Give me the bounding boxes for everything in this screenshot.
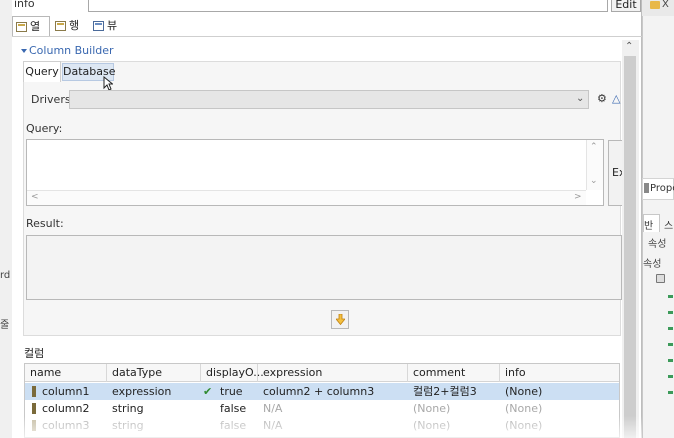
chevron-up-icon[interactable]: ⌃ (590, 142, 598, 152)
tab-columns[interactable]: 열 (12, 16, 50, 37)
drivers-select[interactable] (69, 90, 589, 109)
tree-leaf-icon (668, 327, 673, 330)
section-title[interactable]: Column Builder (20, 44, 114, 57)
tab-rows-label: 행 (69, 19, 80, 32)
edit-button[interactable]: Edit (611, 0, 641, 12)
cell-name: column1 (42, 385, 90, 398)
tree-leaf-icon (668, 375, 673, 378)
cell-expression: column2 + column3 (263, 385, 375, 398)
right-panel-attribute-group: 속성 (643, 259, 662, 270)
columns-label: 컬럼 (24, 347, 45, 360)
move-down-button[interactable] (331, 310, 349, 329)
tree-leaf-icon (668, 311, 673, 314)
cell-datatype: expression (112, 385, 172, 398)
cell-datatype: string (112, 419, 144, 432)
triangle-icon[interactable]: △ (612, 92, 620, 105)
subtab-query[interactable]: Query (23, 61, 61, 82)
query-label: Query: (26, 122, 63, 135)
column-header-comment[interactable]: comment (408, 364, 500, 382)
view-icon (93, 21, 104, 31)
cell-display: true (220, 385, 243, 398)
mouse-cursor-icon (103, 76, 113, 91)
cell-comment: (None) (413, 402, 451, 415)
cell-datatype: string (112, 402, 144, 415)
tab-rows[interactable]: 행 (52, 16, 88, 36)
tab-divider (12, 36, 642, 37)
info-label: info (14, 0, 35, 10)
cell-display: false (220, 419, 247, 432)
column-header-display-order[interactable]: displayO... (201, 364, 264, 382)
chevron-left-icon[interactable]: < (31, 192, 39, 202)
column-header-datatype[interactable]: dataType (107, 364, 201, 382)
tree-node-icon (656, 274, 665, 283)
tab-view-label: 뷰 (107, 19, 118, 32)
table-row[interactable]: column3 string false N/A (None) (None) (25, 417, 619, 434)
cell-expression: N/A (263, 419, 283, 432)
cell-info: (None) (505, 402, 543, 415)
folder-icon (650, 1, 660, 9)
column-item-icon (32, 420, 36, 431)
cell-expression: N/A (263, 402, 283, 415)
arrow-down-icon (336, 314, 345, 325)
properties-tab-label: Prope (650, 183, 674, 194)
column-header-info[interactable]: info (500, 364, 619, 382)
row-icon (55, 21, 66, 31)
chevron-right-icon[interactable]: > (574, 192, 582, 202)
drivers-label: Drivers: (31, 93, 75, 106)
gear-icon[interactable]: ⚙ (597, 92, 607, 105)
chevron-up-icon[interactable]: ⌃ (625, 41, 633, 52)
left-background-text-2: 줄 (0, 320, 10, 331)
result-area (26, 235, 622, 300)
tree-leaf-icon (668, 343, 673, 346)
right-panel-tab-second-label[interactable]: 스 (664, 217, 673, 232)
info-input[interactable] (88, 0, 608, 12)
column-item-icon (32, 403, 36, 414)
chevron-down-icon[interactable]: ⌄ (590, 176, 598, 186)
tree-leaf-icon (668, 391, 673, 394)
properties-icon (644, 183, 649, 193)
tab-columns-label: 열 (30, 20, 41, 33)
cell-info: (None) (505, 385, 543, 398)
cell-name: column3 (42, 419, 90, 432)
right-panel-top-text: X (662, 0, 669, 10)
column-header-name[interactable]: name (25, 364, 107, 382)
query-horizontal-scrollbar[interactable] (27, 190, 586, 205)
section-title-text: Column Builder (29, 44, 114, 57)
column-header-expression[interactable]: expression (258, 364, 408, 382)
table-row[interactable]: column1 expression ✔ true column2 + colu… (25, 383, 619, 400)
right-panel-tab-general-label: 반 (644, 221, 654, 232)
tree-leaf-icon (668, 295, 673, 298)
table-row[interactable]: column2 string false N/A (None) (None) (25, 400, 619, 417)
column-item-icon (32, 386, 36, 397)
scrollbar-thumb[interactable] (624, 56, 636, 438)
tree-leaf-icon (668, 359, 673, 362)
cell-comment: (None) (413, 419, 451, 432)
chevron-down-icon[interactable]: ⌄ (576, 93, 584, 104)
column-icon (16, 22, 27, 32)
cell-info: (None) (505, 419, 543, 432)
right-panel-attribute-label: 속성 (648, 239, 667, 250)
cell-name: column2 (42, 402, 90, 415)
tab-view[interactable]: 뷰 (90, 16, 130, 36)
cell-display: false (220, 402, 247, 415)
left-background-text: rd (0, 270, 11, 281)
cell-comment: 컬럼2+컬럼3 (413, 385, 477, 398)
result-label: Result: (26, 217, 64, 230)
